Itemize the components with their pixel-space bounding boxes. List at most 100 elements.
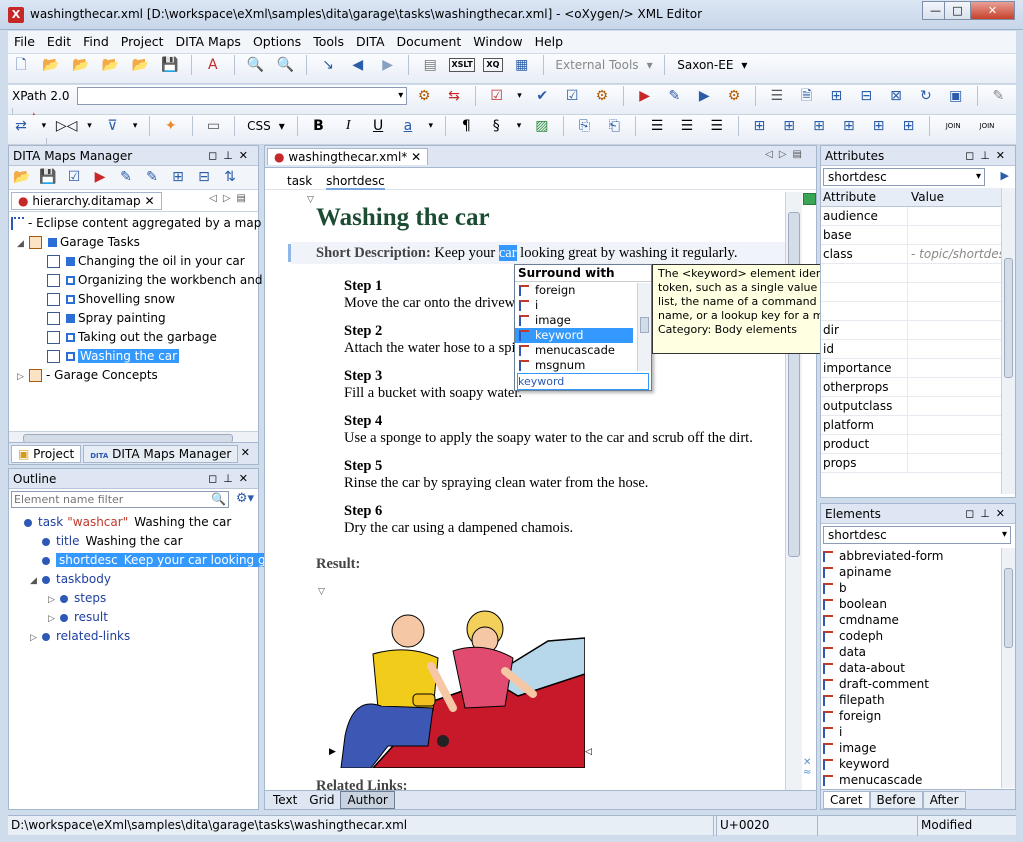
list-icon[interactable]: ☰ [646,115,668,137]
attribute-value[interactable]: - topic/shortdesc [908,245,1015,263]
map-tree-item[interactable]: Organizing the workbench and tools [11,271,295,290]
surround-item[interactable]: image [515,313,633,328]
close-icon[interactable]: ✕ [411,150,421,164]
insert-ref-icon[interactable]: ⊞ [167,166,189,188]
highlight-icon[interactable]: ✦ [160,115,182,137]
chevron-down-icon[interactable]: ▾ [643,58,657,72]
tree-icon[interactable]: ⊞ [825,85,847,107]
element-list-item[interactable]: abbreviated-form [821,548,1015,564]
map-tree-item[interactable]: Spray painting [11,309,258,328]
element-list-item[interactable]: boolean [821,596,1015,612]
step[interactable]: Step 6 Dry the car using a dampened chamo… [344,503,784,548]
document-icon[interactable]: 🗎 [796,85,818,107]
xslt-icon[interactable]: XSLT [449,58,476,72]
open-folder-icon[interactable]: 📂 [40,54,62,76]
sync-icon[interactable]: ⇄ [10,115,32,137]
element-list-item[interactable]: draft-comment [821,676,1015,692]
attribute-value[interactable] [908,264,1015,282]
outline-node[interactable]: title Washing the car [12,532,258,551]
validation-options-icon[interactable]: ⚙ [591,85,613,107]
insert-conref-icon[interactable]: ⎗ [603,115,625,137]
xquery-icon[interactable]: XQ [482,58,503,72]
insert-column-icon[interactable]: ⊞ [808,115,830,137]
filter-icon[interactable]: ⊽ [101,115,123,137]
element-list-item[interactable]: data [821,644,1015,660]
paragraph-icon[interactable]: ¶ [455,115,477,137]
tab-scroll-icons[interactable]: ◁▷▤ [209,193,252,204]
layout-icon[interactable]: ▤ [419,54,441,76]
insert-row-icon[interactable]: ⊞ [778,115,800,137]
schema-icon[interactable]: ⊟ [855,85,877,107]
insert-xref-icon[interactable]: ⎘ [574,115,596,137]
tab-scroll-icons[interactable]: ◁▷▤ [765,149,808,160]
transformer-select[interactable]: Saxon-EE [673,58,737,72]
find-files-icon[interactable]: 🔍 [274,54,296,76]
menu-find[interactable]: Find [77,31,115,52]
unordered-list-icon[interactable]: ☰ [676,115,698,137]
pdf-icon[interactable]: A [202,54,224,76]
col-value[interactable]: Value [908,188,1015,206]
edit-props-icon[interactable]: ✎ [141,166,163,188]
configure-transform-icon[interactable]: ✎ [663,85,685,107]
attribute-row[interactable] [821,302,1015,321]
open-url-icon[interactable]: 📂 [70,54,92,76]
element-list-item[interactable]: foreign [821,708,1015,724]
menu-project[interactable]: Project [115,31,170,52]
popup-scrollbar[interactable] [637,283,651,371]
selected-text[interactable]: car [498,245,517,261]
map-tree-item[interactable]: Changing the oil in your car [11,252,258,271]
tab-author-mode[interactable]: Author [340,791,395,809]
element-list-item[interactable]: apiname [821,564,1015,580]
tab-caret[interactable]: Caret [823,791,870,809]
attribute-value[interactable] [908,359,1015,377]
menu-window[interactable]: Window [467,31,528,52]
attribute-row[interactable]: dir [821,321,1015,340]
new-file-icon[interactable]: 🗋 [10,54,32,76]
element-list-item[interactable]: image [821,740,1015,756]
breadcrumb-task[interactable]: task [287,174,312,188]
gear-icon[interactable]: ⚙▾ [236,491,254,506]
surround-item[interactable]: menucascade [515,343,633,358]
attribute-row[interactable]: props [821,454,1015,473]
element-list-item[interactable]: data-about [821,660,1015,676]
collapsed-icon[interactable]: ▷ [17,368,29,387]
attribute-value[interactable] [908,397,1015,415]
link-button[interactable]: a [397,115,419,137]
close-icon[interactable]: ✕ [241,446,250,459]
surround-item[interactable]: keyword [515,328,633,343]
outline-node[interactable]: ◢ taskbody [12,570,258,589]
xpath-settings-icon[interactable]: ⚙ [413,85,435,107]
attribute-row[interactable]: platform [821,416,1015,435]
attribute-value[interactable] [908,454,1015,472]
table-props-icon[interactable]: ⊞ [897,115,919,137]
debug-transform-icon[interactable]: ▶ [693,85,715,107]
map-root[interactable]: - Eclipse content aggregated by a map [11,214,261,233]
chevron-down-icon[interactable]: ▾ [131,115,139,137]
attribute-value[interactable] [908,207,1015,225]
map-tree-item[interactable]: Shovelling snow [11,290,258,309]
attribute-row[interactable]: otherprops [821,378,1015,397]
play-icon[interactable]: ▶ [1001,169,1009,182]
menu-options[interactable]: Options [247,31,307,52]
attribute-value[interactable] [908,302,1015,320]
format-indent-icon[interactable]: ☰ [766,85,788,107]
attribute-row[interactable]: id [821,340,1015,359]
step[interactable]: Step 4 Use a sponge to apply the soapy wa… [344,413,784,458]
attribute-row[interactable]: product [821,435,1015,454]
menu-edit[interactable]: Edit [41,31,77,52]
menu-tools[interactable]: Tools [307,31,350,52]
doc-title[interactable]: Washing the car [316,204,490,232]
tab-grid-mode[interactable]: Grid [303,792,340,808]
outline-node[interactable]: shortdesc Keep your car looking great by [12,551,312,570]
attribute-value[interactable] [908,226,1015,244]
validate-icon[interactable]: ☑ [486,85,508,107]
element-list-item[interactable]: cmdname [821,612,1015,628]
external-tools-label[interactable]: External Tools [551,58,642,72]
element-list-item[interactable]: filepath [821,692,1015,708]
ordered-list-icon[interactable]: ☰ [706,115,728,137]
maximize-button[interactable]: □ [944,1,971,20]
outline-node[interactable]: ▷ related-links [12,627,258,646]
chevron-down-icon[interactable]: ▾ [515,85,523,107]
editor-tab[interactable]: ● washingthecar.xml* ✕ [267,148,429,165]
menu-dita-maps[interactable]: DITA Maps [170,31,247,52]
